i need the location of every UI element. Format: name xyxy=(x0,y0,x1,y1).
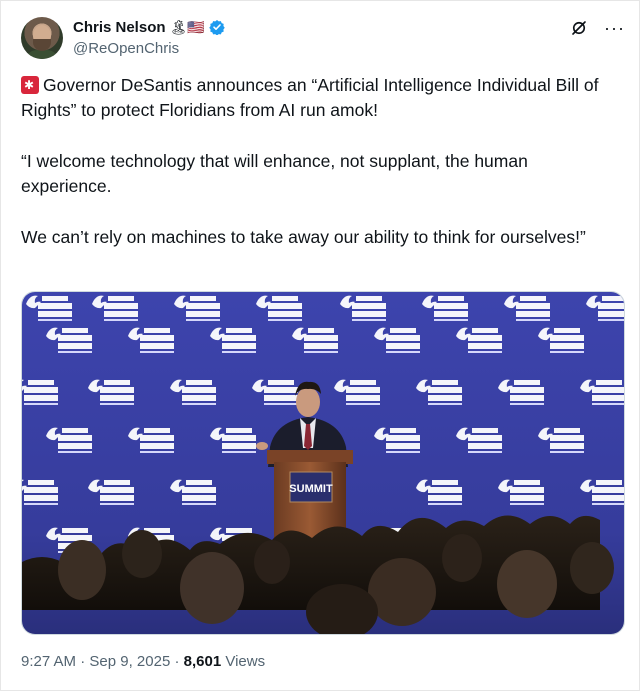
tweet-line-1: Governor DeSantis announces an “Artifici… xyxy=(21,75,599,120)
author-name[interactable]: Chris Nelson xyxy=(73,19,166,36)
author-handle[interactable]: @ReOpenChris xyxy=(73,40,225,57)
tweet-line-3: We can’t rely on machines to take away o… xyxy=(21,227,586,247)
more-icon[interactable]: ··· xyxy=(604,19,625,37)
author-emoji: 🏝🇺🇸 xyxy=(169,19,205,35)
tweet-card: Chris Nelson 🏝🇺🇸 @ReOpenChris ··· Govern… xyxy=(0,0,640,691)
tweet-line-2: “I welcome technology that will enhance,… xyxy=(21,151,528,196)
author-info: Chris Nelson 🏝🇺🇸 @ReOpenChris xyxy=(73,17,225,57)
tweet-image[interactable]: SUMMIT xyxy=(21,291,625,635)
grok-icon[interactable] xyxy=(570,19,588,37)
tweet-meta: 9:27 AM · Sep 9, 2025 · 8,601 Views xyxy=(21,653,265,670)
podium-label: SUMMIT xyxy=(289,483,333,495)
tweet-date[interactable]: Sep 9, 2025 xyxy=(89,653,170,670)
siren-icon xyxy=(21,76,39,94)
header-actions: ··· xyxy=(570,19,625,37)
meta-separator: · xyxy=(80,653,86,670)
tweet-header: Chris Nelson 🏝🇺🇸 @ReOpenChris ··· xyxy=(21,13,625,63)
meta-separator-2: · xyxy=(174,653,180,670)
tweet-text: Governor DeSantis announces an “Artifici… xyxy=(21,73,611,250)
avatar[interactable] xyxy=(21,17,63,59)
views-label: Views xyxy=(225,653,266,670)
event-photo: SUMMIT xyxy=(22,292,624,634)
tweet-time[interactable]: 9:27 AM xyxy=(21,653,76,670)
verified-badge-icon xyxy=(209,20,225,35)
views-count: 8,601 xyxy=(183,653,222,670)
